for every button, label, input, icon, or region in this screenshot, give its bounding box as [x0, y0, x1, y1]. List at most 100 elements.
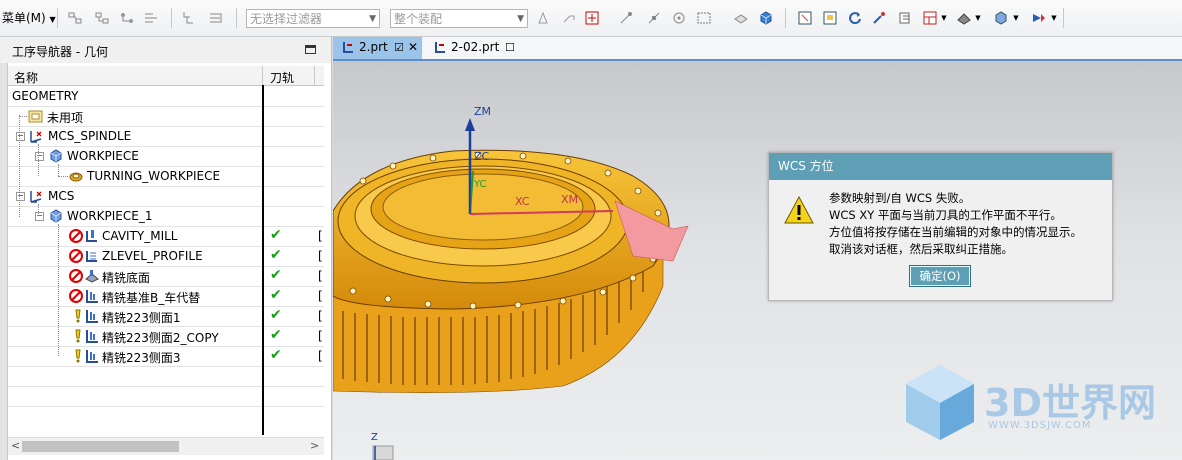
tree-row-operation[interactable]: 精铣基准B_车代替 ✔ [ [8, 286, 324, 307]
column-divider[interactable] [314, 66, 315, 85]
dialog-title: WCS 方位 [769, 153, 1112, 180]
document-tabs: 2.prt ☑ ✕ 2-02.prt ☐ [333, 37, 1182, 61]
select-feature-icon[interactable] [535, 9, 553, 27]
orient-view-icon[interactable] [896, 9, 914, 27]
layout-icon[interactable] [921, 9, 939, 27]
scroll-thumb[interactable] [22, 441, 179, 452]
tree-row-operation[interactable]: 精铣223侧面3 ✔ [ [8, 346, 324, 367]
tree-label: WORKPIECE [67, 149, 139, 163]
tree-cell-extra: [ [318, 309, 323, 323]
tree-label: TURNING_WORKPIECE [87, 169, 221, 183]
menu-button[interactable]: 菜单(M) ▼ [0, 9, 58, 27]
horizontal-scrollbar[interactable]: < > [8, 437, 324, 455]
tree-row-workpiece-1[interactable]: − WORKPIECE_1 [8, 206, 324, 227]
collapse-icon[interactable]: − [16, 132, 25, 141]
tree-label: 未用项 [47, 111, 84, 125]
checkmark-icon: ✔ [270, 347, 282, 363]
pan-view-icon[interactable] [870, 9, 888, 27]
navigator-title: 工序导航器 - 几何 [12, 45, 108, 59]
body-select-icon[interactable] [732, 9, 750, 27]
snap-endpoint-icon[interactable] [617, 9, 635, 27]
operation-navigator: 工序导航器 - 几何 名称 刀轨 GEOMETRY 未用项 − MCS_SPIN… [0, 37, 332, 460]
warning-icon [784, 195, 814, 227]
column-divider[interactable] [262, 66, 263, 85]
select-child-icon[interactable] [93, 9, 111, 27]
tree-row-operation[interactable]: 精铣223侧面2_COPY ✔ [ [8, 326, 324, 347]
tree-guide [38, 204, 39, 216]
workpiece-cube-icon [48, 148, 64, 164]
collapse-icon[interactable]: − [35, 152, 44, 161]
tree-label: MCS [48, 189, 75, 203]
resource-bar[interactable] [0, 63, 8, 460]
tree-guide [58, 176, 68, 177]
edit-icon: ☑ [394, 41, 404, 54]
tree-cell-extra: [ [318, 329, 323, 343]
collapse-icon[interactable]: − [35, 212, 44, 221]
edit-section-icon[interactable] [1030, 9, 1048, 27]
filter-list-icon[interactable] [207, 9, 225, 27]
scroll-right-icon[interactable]: > [310, 439, 319, 452]
maximize-icon[interactable] [305, 45, 316, 54]
selection-filter-combo[interactable]: 无选择过滤器 ▼ [246, 9, 380, 28]
tree-row-geometry[interactable]: GEOMETRY [8, 86, 324, 107]
toolbar-separator [785, 8, 786, 28]
planar-mill-icon [84, 288, 100, 304]
box-select-icon[interactable] [695, 9, 713, 27]
tree-row-unused[interactable]: 未用项 [8, 106, 324, 127]
tree-cell-extra: [ [318, 229, 323, 243]
chevron-down-icon[interactable]: ▼ [974, 9, 982, 27]
chevron-down-icon: ▼ [517, 14, 524, 24]
shaded-view-icon[interactable] [992, 9, 1010, 27]
toolbar-separator [57, 8, 58, 28]
tree-row-mcs[interactable]: − MCS [8, 186, 324, 207]
zoom-window-icon[interactable] [821, 9, 839, 27]
select-parent-icon[interactable] [118, 9, 136, 27]
column-header: 名称 刀轨 [8, 66, 324, 86]
tree-row-operation[interactable]: 精铣底面 ✔ [ [8, 266, 324, 287]
tree-label: MCS_SPINDLE [48, 129, 132, 143]
toolbar-separator [1063, 8, 1064, 28]
select-siblings-icon[interactable] [143, 9, 161, 27]
close-icon[interactable]: ✕ [408, 37, 418, 58]
chevron-down-icon: ▼ [369, 14, 376, 24]
column-toolpath-header[interactable]: 刀轨 [270, 69, 294, 86]
solid-cube-icon[interactable] [757, 9, 775, 27]
tree-row-operation[interactable]: CAVITY_MILL ✔ [ [8, 226, 324, 247]
tab-2-prt[interactable]: 2.prt ☑ ✕ [333, 37, 422, 59]
zlevel-profile-icon [84, 248, 100, 264]
filter-tree-icon[interactable] [181, 9, 199, 27]
snap-midpoint-icon[interactable] [645, 9, 663, 27]
tree-row-mcs-spindle[interactable]: − MCS_SPINDLE [8, 126, 324, 147]
planar-mill-icon [84, 308, 100, 324]
axis-label-xm: XM [561, 193, 579, 206]
axis-label-z: Z [371, 432, 378, 443]
render-style-icon[interactable] [955, 9, 973, 27]
snap-add-icon[interactable] [583, 9, 601, 27]
tree-row-turning-workpiece[interactable]: TURNING_WORKPIECE [8, 166, 324, 187]
tree-row-operation[interactable]: ZLEVEL_PROFILE ✔ [ [8, 246, 324, 267]
rotate-view-icon[interactable] [846, 9, 864, 27]
column-name-header[interactable]: 名称 [14, 69, 38, 86]
chevron-down-icon[interactable]: ▼ [1012, 9, 1020, 27]
tab-2-02-prt[interactable]: 2-02.prt ☐ [429, 37, 529, 59]
tree-label: CAVITY_MILL [102, 229, 178, 243]
tree-label: 精铣223侧面3 [102, 351, 181, 365]
chevron-down-icon[interactable]: ▼ [1050, 9, 1058, 27]
watermark-url: WWW.3DSJW.COM [988, 420, 1092, 431]
part-file-icon [433, 41, 447, 62]
chevron-down-icon[interactable]: ▼ [940, 9, 948, 27]
collapse-icon[interactable]: − [16, 192, 25, 201]
tree-row-operation[interactable]: 精铣223侧面1 ✔ [ [8, 306, 324, 327]
snap-point-icon[interactable] [560, 9, 578, 27]
tree-guide [19, 116, 27, 117]
snap-center-icon[interactable] [670, 9, 688, 27]
assembly-scope-combo[interactable]: 整个装配 ▼ [390, 9, 528, 28]
scroll-left-icon[interactable]: < [11, 439, 20, 452]
select-group-icon[interactable] [66, 9, 84, 27]
menu-dropdown-icon: ▼ [49, 15, 56, 24]
part-file-icon [341, 41, 355, 62]
tree-row-workpiece[interactable]: − WORKPIECE [8, 146, 324, 167]
fit-view-icon[interactable] [796, 9, 814, 27]
ok-button[interactable]: 确定(O) [909, 265, 971, 287]
blocked-status-icon [68, 228, 84, 244]
